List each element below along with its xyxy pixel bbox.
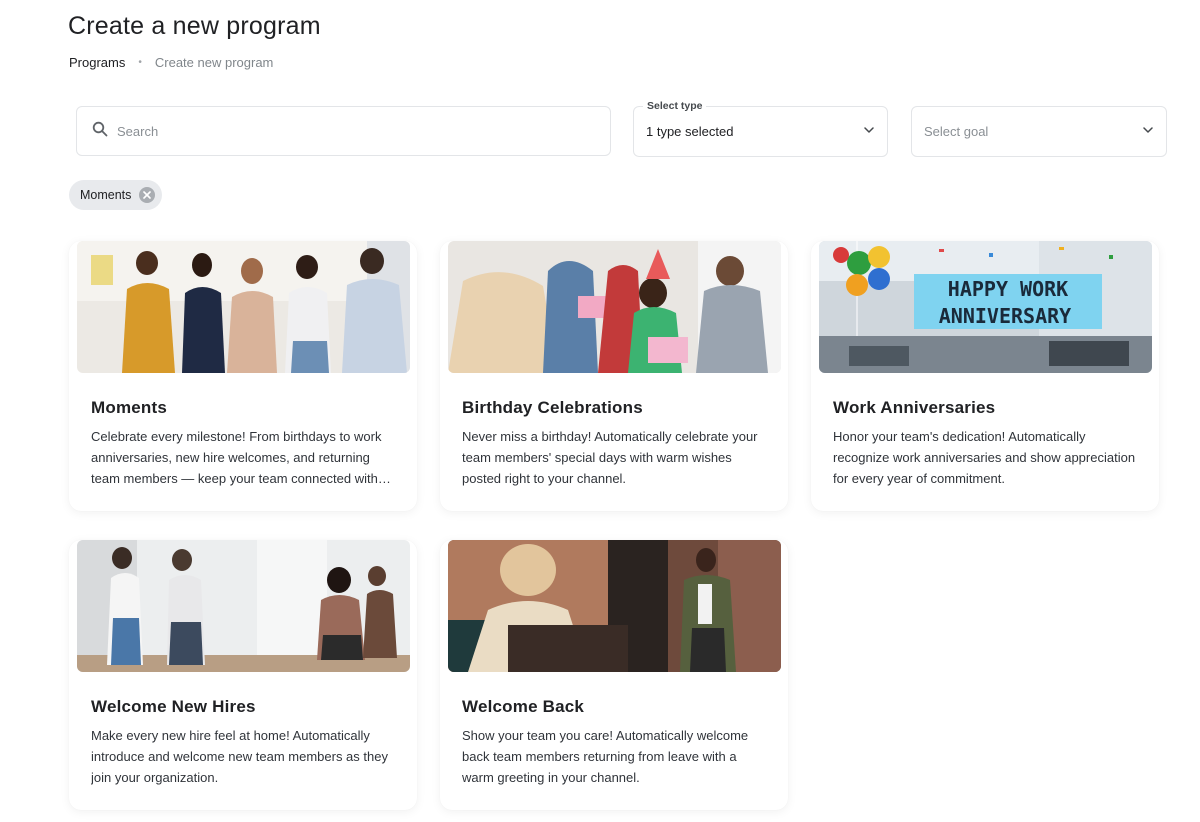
card-description: Celebrate every milestone! From birthday… — [91, 429, 382, 486]
card-title: Moments — [91, 398, 168, 417]
svg-text:HAPPY WORK: HAPPY WORK — [948, 277, 1068, 301]
card-image-work-anniversary-banner: HAPPY WORK ANNIVERSARY — [819, 241, 1152, 373]
program-card-work-anniversaries[interactable]: HAPPY WORK ANNIVERSARY Work Anniversarie… — [811, 241, 1159, 511]
type-select-label: Select type — [643, 100, 707, 112]
chevron-down-icon — [1142, 123, 1154, 141]
filter-chip-moments: Moments — [69, 180, 163, 210]
card-image-birthday-party — [448, 241, 781, 373]
card-image-office-return — [448, 540, 781, 672]
breadcrumb-programs-link[interactable]: Programs — [69, 55, 125, 70]
card-description: Never miss a birthday! Automatically cel… — [462, 429, 758, 486]
search-box[interactable] — [76, 106, 611, 156]
chevron-down-icon — [863, 123, 875, 141]
card-title: Birthday Celebrations — [462, 398, 643, 417]
create-program-page: Create a new program Programs • Create n… — [0, 0, 1200, 822]
card-description: Make every new hire feel at home! Automa… — [91, 728, 388, 785]
program-card-welcome-back[interactable]: Welcome Back Show your team you care! Au… — [440, 540, 788, 810]
breadcrumb-current: Create new program — [154, 55, 274, 70]
card-description: Honor your team's dedication! Automatica… — [833, 429, 1136, 486]
filter-chip-label: Moments — [80, 188, 132, 202]
program-card-moments[interactable]: Moments Celebrate every milestone! From … — [69, 241, 417, 511]
card-image-office-dancing — [77, 540, 410, 672]
type-select[interactable]: Select type 1 type selected — [633, 100, 888, 157]
chip-remove-button[interactable] — [139, 187, 156, 203]
program-card-welcome-new-hires[interactable]: Welcome New Hires Make every new hire fe… — [69, 540, 417, 810]
breadcrumb: Programs • Create new program — [69, 55, 273, 70]
type-select-value: 1 type selected — [646, 124, 734, 139]
card-title: Work Anniversaries — [833, 398, 996, 417]
card-description: Show your team you care! Automatically w… — [462, 728, 749, 785]
svg-text:ANNIVERSARY: ANNIVERSARY — [939, 304, 1071, 328]
breadcrumb-separator: • — [138, 57, 142, 68]
close-icon — [143, 191, 152, 199]
goal-select-placeholder: Select goal — [924, 124, 989, 139]
card-title: Welcome New Hires — [91, 697, 256, 716]
card-image-office-celebration — [77, 241, 410, 373]
card-title: Welcome Back — [462, 697, 585, 716]
search-icon — [92, 121, 108, 142]
goal-select[interactable]: Select goal — [911, 106, 1167, 157]
search-input[interactable] — [117, 123, 587, 139]
program-card-birthday-celebrations[interactable]: Birthday Celebrations Never miss a birth… — [440, 241, 788, 511]
page-title: Create a new program — [68, 12, 321, 40]
